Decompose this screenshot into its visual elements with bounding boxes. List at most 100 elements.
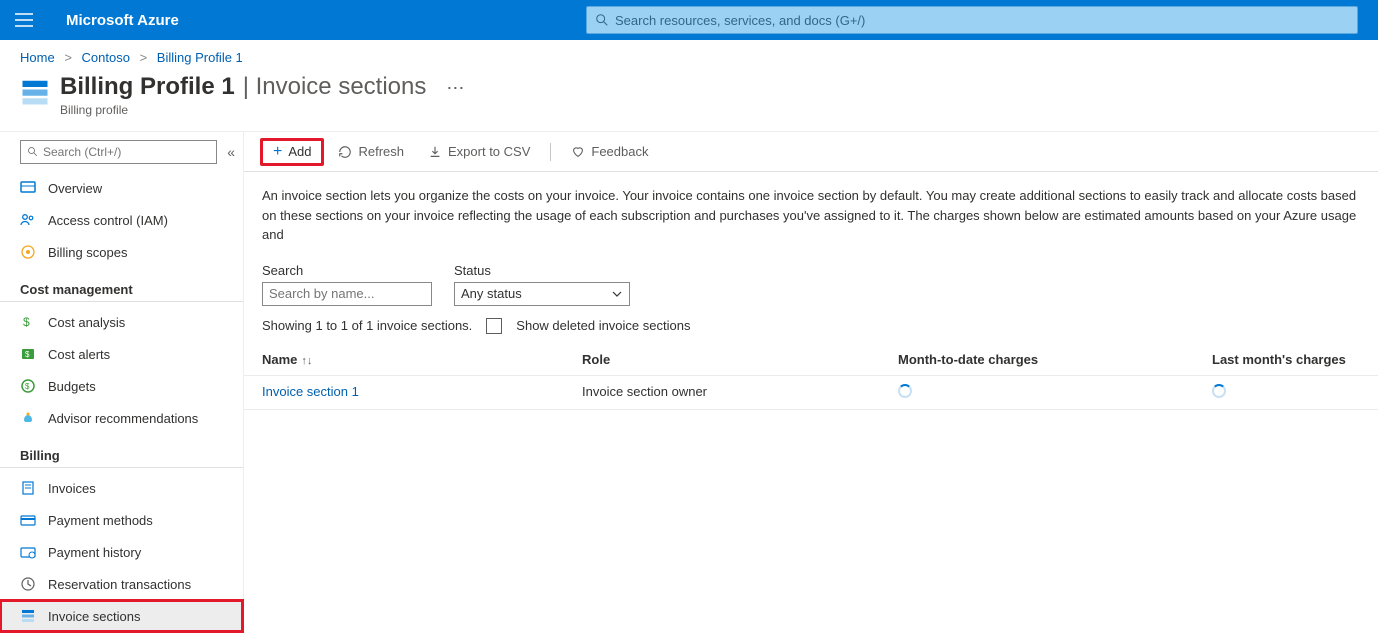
sort-icon: ↑↓: [301, 355, 312, 367]
table-header: Name↑↓ Role Month-to-date charges Last m…: [244, 344, 1378, 376]
col-mtd-header[interactable]: Month-to-date charges: [898, 352, 1212, 367]
global-search-input[interactable]: [615, 13, 1349, 28]
page-title: Billing Profile 1: [60, 73, 235, 101]
cost-analysis-icon: $: [20, 314, 36, 330]
status-value: Any status: [461, 286, 522, 301]
sidebar-group-cost: Cost management: [0, 268, 243, 302]
breadcrumb: Home > Contoso > Billing Profile 1: [0, 40, 1378, 71]
sidebar-group-billing: Billing: [0, 434, 243, 468]
budget-icon: $: [20, 378, 36, 394]
chevron-down-icon: [611, 288, 623, 300]
col-last-header[interactable]: Last month's charges: [1212, 352, 1360, 367]
show-deleted-label: Show deleted invoice sections: [516, 318, 690, 333]
toolbar: + Add Refresh Export to CSV Feedback: [244, 132, 1378, 172]
search-label: Search: [262, 263, 432, 278]
status-label: Status: [454, 263, 630, 278]
sidebar-item-payment-methods[interactable]: Payment methods: [0, 504, 243, 536]
menu-icon[interactable]: [0, 13, 48, 27]
advisor-icon: [20, 410, 36, 426]
showing-text: Showing 1 to 1 of 1 invoice sections.: [262, 318, 472, 333]
row-name[interactable]: Invoice section 1: [262, 384, 582, 401]
collapse-sidebar-icon[interactable]: «: [227, 144, 235, 160]
export-button[interactable]: Export to CSV: [418, 138, 540, 166]
sidebar-item-billing-scopes[interactable]: Billing scopes: [0, 236, 243, 268]
heart-icon: [571, 145, 585, 159]
sidebar-item-label: Payment history: [48, 545, 141, 560]
breadcrumb-account[interactable]: Contoso: [82, 50, 130, 65]
row-mtd: [898, 384, 1212, 401]
svg-text:$: $: [25, 350, 30, 359]
toolbar-separator: [550, 143, 551, 161]
sidebar-item-label: Invoice sections: [48, 609, 141, 624]
sidebar-item-label: Payment methods: [48, 513, 153, 528]
description-text: An invoice section lets you organize the…: [244, 172, 1378, 263]
people-icon: [20, 212, 36, 228]
showing-row: Showing 1 to 1 of 1 invoice sections. Sh…: [244, 318, 1378, 344]
sidebar-item-overview[interactable]: Overview: [0, 172, 243, 204]
sidebar-item-access-control[interactable]: Access control (IAM): [0, 204, 243, 236]
chevron-right-icon: >: [64, 50, 72, 65]
plus-icon: +: [273, 143, 282, 161]
overview-icon: [20, 180, 36, 196]
invoice-sections-icon: [20, 77, 50, 107]
page-header: Billing Profile 1 | Invoice sections ⋯ B…: [0, 71, 1378, 131]
row-role: Invoice section owner: [582, 384, 898, 401]
download-icon: [428, 145, 442, 159]
add-button[interactable]: + Add: [260, 138, 324, 166]
sidebar-item-label: Access control (IAM): [48, 213, 168, 228]
brand-label: Microsoft Azure: [66, 12, 179, 29]
table-row[interactable]: Invoice section 1 Invoice section owner: [244, 376, 1378, 410]
feedback-button[interactable]: Feedback: [561, 138, 658, 166]
sidebar-item-cost-analysis[interactable]: $ Cost analysis: [0, 306, 243, 338]
alert-icon: $: [20, 346, 36, 362]
loading-spinner-icon: [1212, 384, 1226, 398]
card-icon: [20, 512, 36, 528]
sidebar-item-budgets[interactable]: $ Budgets: [0, 370, 243, 402]
sidebar-item-invoices[interactable]: Invoices: [0, 472, 243, 504]
breadcrumb-home[interactable]: Home: [20, 50, 55, 65]
sidebar: « Overview Access control (IAM) Billing …: [0, 132, 244, 632]
chevron-right-icon: >: [140, 50, 148, 65]
sidebar-item-reservation[interactable]: Reservation transactions: [0, 568, 243, 600]
clock-icon: [20, 576, 36, 592]
status-dropdown[interactable]: Any status: [454, 282, 630, 306]
more-actions-icon[interactable]: ⋯: [446, 78, 464, 99]
svg-text:$: $: [23, 315, 30, 329]
svg-text:$: $: [25, 382, 30, 391]
show-deleted-checkbox[interactable]: [486, 318, 502, 334]
sidebar-search[interactable]: [20, 140, 217, 164]
sidebar-search-input[interactable]: [43, 145, 210, 159]
sidebar-item-label: Budgets: [48, 379, 96, 394]
sidebar-item-cost-alerts[interactable]: $ Cost alerts: [0, 338, 243, 370]
col-name-header[interactable]: Name↑↓: [262, 352, 582, 367]
main-panel: + Add Refresh Export to CSV Feedback An …: [244, 132, 1378, 632]
refresh-button[interactable]: Refresh: [328, 138, 414, 166]
refresh-icon: [338, 145, 352, 159]
filter-row: Search Status Any status: [244, 263, 1378, 318]
search-name-input[interactable]: [262, 282, 432, 306]
sidebar-item-label: Advisor recommendations: [48, 411, 198, 426]
invoice-sections-table: Name↑↓ Role Month-to-date charges Last m…: [244, 344, 1378, 410]
sidebar-item-label: Invoices: [48, 481, 96, 496]
loading-spinner-icon: [898, 384, 912, 398]
add-label: Add: [288, 144, 311, 159]
row-last: [1212, 384, 1360, 401]
sidebar-item-label: Reservation transactions: [48, 577, 191, 592]
page-subtitle: Billing profile: [60, 103, 464, 117]
global-search[interactable]: [586, 6, 1358, 34]
sidebar-item-label: Billing scopes: [48, 245, 128, 260]
export-label: Export to CSV: [448, 144, 530, 159]
sidebar-item-advisor[interactable]: Advisor recommendations: [0, 402, 243, 434]
sidebar-item-label: Cost analysis: [48, 315, 125, 330]
invoice-sections-icon: [20, 608, 36, 624]
sidebar-item-invoice-sections[interactable]: Invoice sections: [0, 600, 243, 632]
sidebar-item-label: Cost alerts: [48, 347, 110, 362]
sidebar-item-label: Overview: [48, 181, 102, 196]
top-bar: Microsoft Azure: [0, 0, 1378, 40]
breadcrumb-profile[interactable]: Billing Profile 1: [157, 50, 243, 65]
sidebar-item-payment-history[interactable]: Payment history: [0, 536, 243, 568]
refresh-label: Refresh: [358, 144, 404, 159]
feedback-label: Feedback: [591, 144, 648, 159]
history-icon: [20, 544, 36, 560]
col-role-header[interactable]: Role: [582, 352, 898, 367]
